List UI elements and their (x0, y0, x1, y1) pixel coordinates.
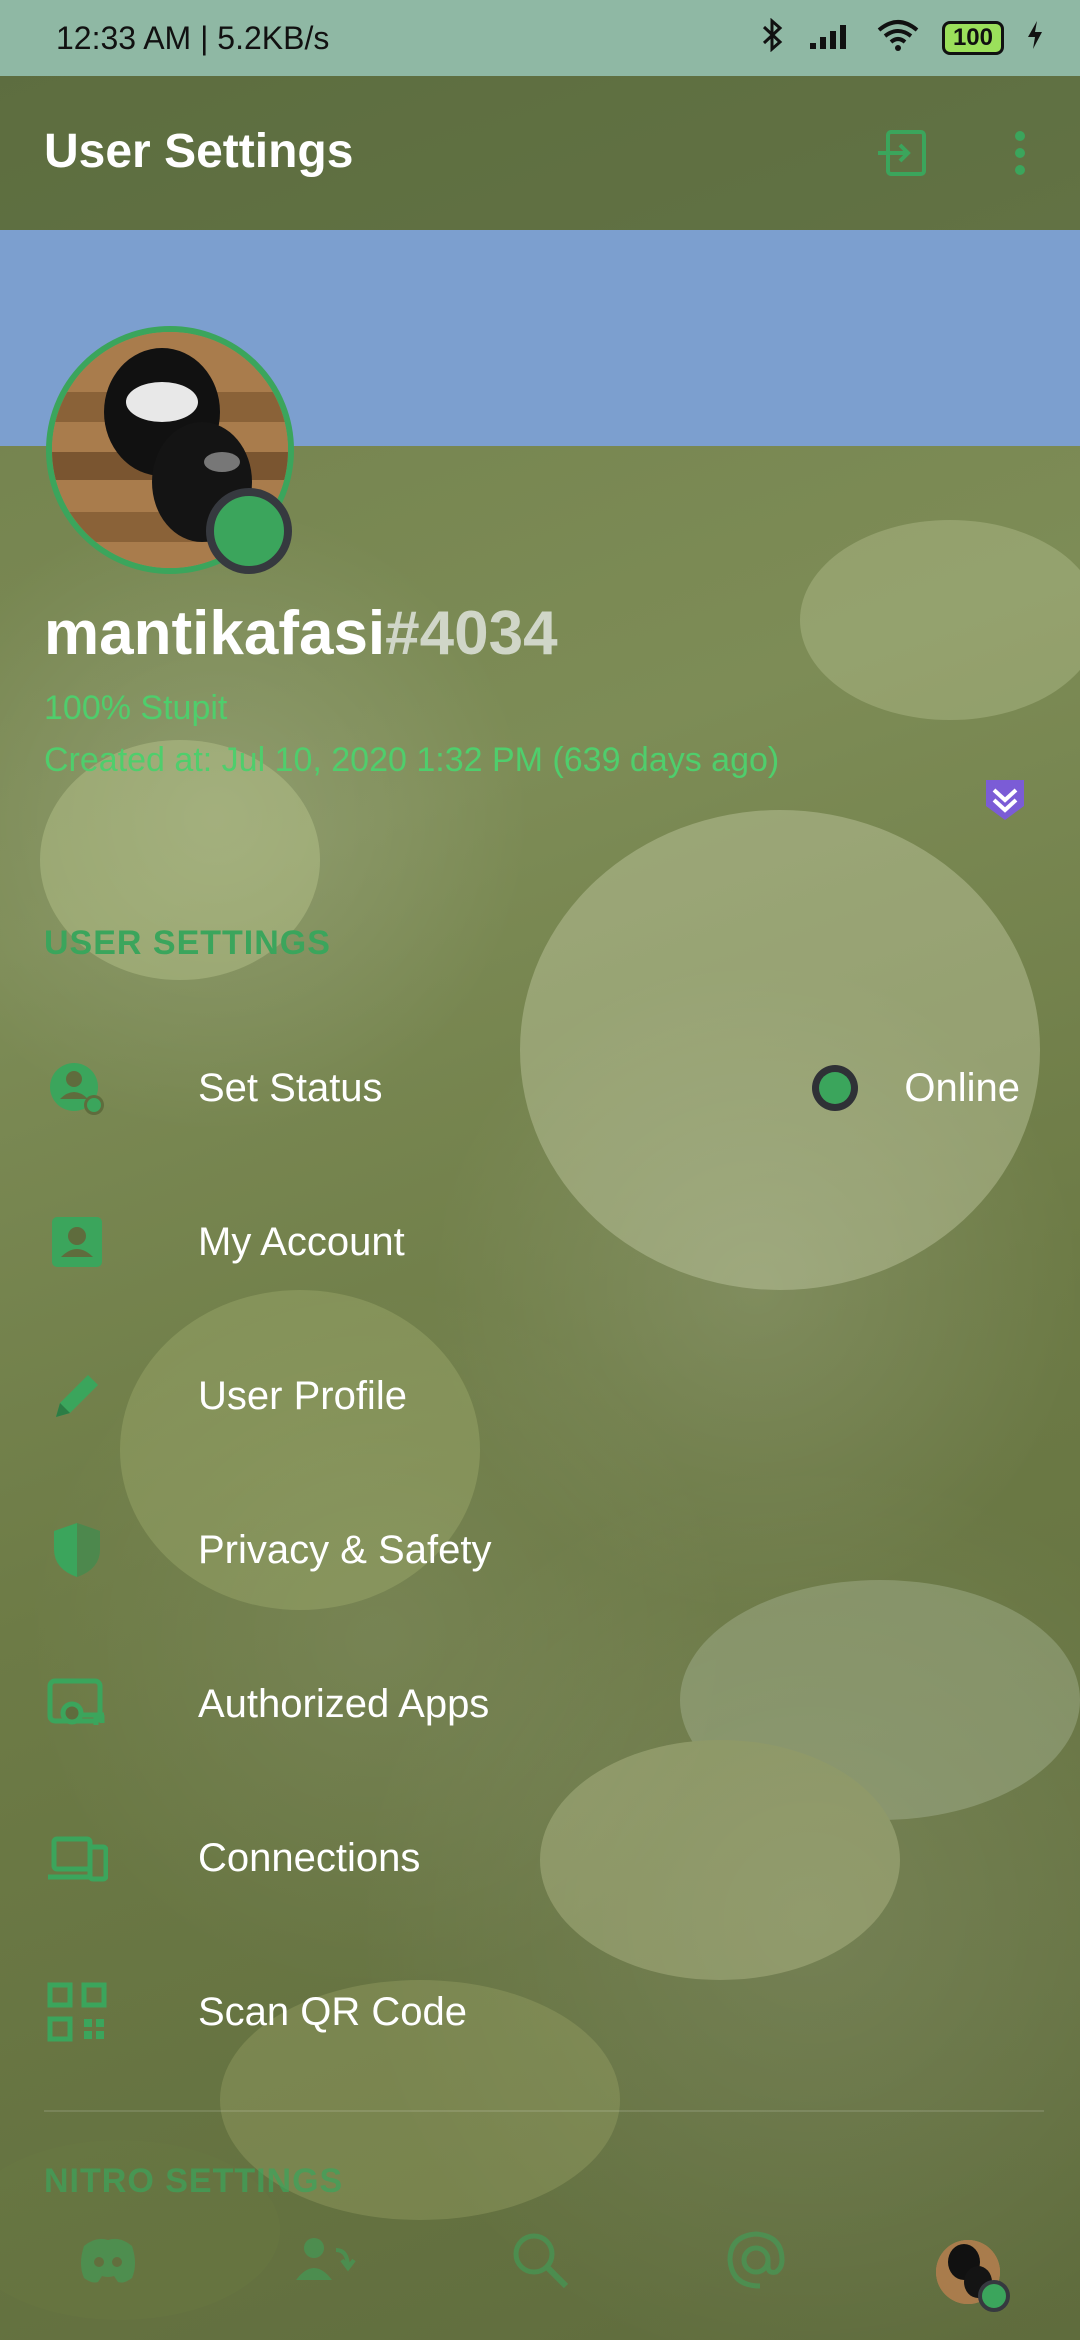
menu-item-authorized-apps[interactable]: Authorized Apps (0, 1644, 1080, 1764)
set-status-icon (46, 1057, 108, 1119)
system-status-bar: 12:33 AM | 5.2KB/s 100 (0, 0, 1080, 76)
app-header: User Settings (0, 76, 1080, 230)
my-account-label: My Account (198, 1219, 405, 1264)
username-name: mantikafasi (44, 599, 386, 668)
status-time-speed: 12:33 AM | 5.2KB/s (56, 20, 330, 56)
account-icon (46, 1211, 108, 1273)
section-title-user-settings: USER SETTINGS (44, 924, 331, 962)
friends-icon[interactable] (292, 2228, 356, 2292)
devices-icon (46, 1827, 109, 1889)
about-line-1: 100% Stupit (44, 689, 228, 727)
signal-icon (808, 19, 854, 56)
menu-item-connections[interactable]: Connections (0, 1798, 1080, 1918)
qr-code-icon (46, 1981, 108, 2043)
bluetooth-icon (760, 17, 786, 57)
menu-item-scan-qr[interactable]: Scan QR Code (0, 1952, 1080, 2072)
online-status-icon (812, 1065, 859, 1111)
section-divider (44, 2110, 1044, 2112)
page-title: User Settings (44, 125, 354, 178)
menu-item-user-profile[interactable]: User Profile (0, 1336, 1080, 1456)
search-icon[interactable] (508, 2228, 572, 2292)
online-status-dot (206, 488, 292, 574)
authorized-apps-label: Authorized Apps (198, 1681, 490, 1726)
user-profile-label: User Profile (198, 1373, 407, 1418)
connections-label: Connections (198, 1835, 421, 1880)
profile-avatar-status-dot (978, 2280, 1010, 2312)
about-line-2: Created at: Jul 10, 2020 1:32 PM (639 da… (44, 741, 780, 779)
discord-home-icon[interactable] (76, 2228, 140, 2292)
wifi-icon (876, 18, 920, 57)
about-me: 100% Stupit Created at: Jul 10, 2020 1:3… (44, 682, 784, 786)
shield-icon (46, 1519, 108, 1581)
privacy-safety-label: Privacy & Safety (198, 1527, 492, 1572)
username-tag: #4034 (385, 599, 558, 668)
username: mantikafasi#4034 (44, 598, 558, 669)
mentions-icon[interactable] (724, 2228, 788, 2292)
status-value: Online (904, 1065, 1020, 1110)
charging-icon (1026, 20, 1044, 55)
menu-item-privacy-safety[interactable]: Privacy & Safety (0, 1490, 1080, 1610)
apps-key-icon (46, 1673, 108, 1735)
scan-qr-label: Scan QR Code (198, 1989, 468, 2034)
logout-icon[interactable] (876, 126, 930, 185)
bottom-navigation (0, 2190, 1080, 2340)
menu-item-my-account[interactable]: My Account (0, 1182, 1080, 1302)
nitro-chevron-icon[interactable] (982, 776, 1028, 822)
menu-item-set-status[interactable]: Set Status Online (0, 1028, 1080, 1148)
battery-indicator: 100 (941, 20, 1004, 55)
set-status-label: Set Status (198, 1065, 383, 1110)
more-vertical-icon[interactable] (1008, 126, 1032, 185)
pencil-icon (46, 1365, 108, 1427)
